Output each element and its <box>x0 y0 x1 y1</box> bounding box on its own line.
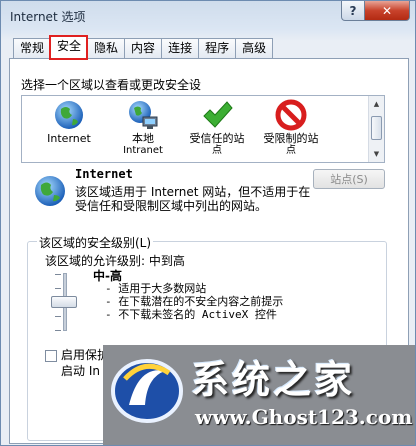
zone-local-intranet-label: 本地 <box>132 132 154 145</box>
watermark-title: 系统之家 <box>191 357 356 402</box>
selected-zone-globe-icon <box>35 176 65 206</box>
protected-mode-label: 启用保护 <box>61 348 110 362</box>
zone-local-intranet-label2: Intranet <box>123 145 163 156</box>
zone-trusted-sites-label: 受信任的站 <box>189 132 245 145</box>
close-button[interactable]: ✕ <box>364 1 410 21</box>
tab-security[interactable]: 安全 <box>49 35 89 60</box>
security-level-details: - 适用于大多数网站 - 在下载潜在的不安全内容之前提示 - 不下载未签名的 A… <box>105 282 283 321</box>
no-entry-icon <box>275 99 307 131</box>
zone-trusted-sites-label2: 点 <box>212 145 222 156</box>
slider-tick <box>55 316 61 317</box>
zone-list-scrollbar[interactable]: ▲ ▼ <box>368 96 384 162</box>
security-level-legend: 该区域的安全级别(L) <box>37 234 154 251</box>
help-button[interactable]: ? <box>341 1 365 21</box>
slider-tick <box>55 288 61 289</box>
level-detail-item: - 不下载未签名的 ActiveX 控件 <box>105 308 277 321</box>
watermark-url: www.Ghost123.com <box>195 405 413 429</box>
scroll-thumb[interactable] <box>371 116 382 140</box>
protected-mode-checkbox[interactable] <box>45 350 57 362</box>
level-detail-item: - 在下载潜在的不安全内容之前提示 <box>105 295 284 308</box>
zone-local-intranet[interactable]: 本地 Intranet <box>106 99 180 156</box>
protected-mode-label-line2: 启动 In <box>61 364 100 378</box>
level-detail-item: - 适用于大多数网站 <box>105 282 207 295</box>
selected-zone-title: Internet <box>75 167 133 181</box>
slider-tick <box>55 330 61 331</box>
watermark-banner: 系统之家 www.Ghost123.com <box>103 345 415 445</box>
security-level-slider-thumb[interactable] <box>51 296 77 308</box>
window-title: Internet 选项 <box>10 10 86 24</box>
zone-internet-label: Internet <box>47 132 91 145</box>
zone-prompt: 选择一个区域以查看或更改安全设 <box>21 78 202 92</box>
tab-advanced[interactable]: 高级 <box>235 38 274 58</box>
scroll-up-arrow-icon[interactable]: ▲ <box>369 96 384 111</box>
zone-restricted-sites-label: 受限制的站 <box>263 132 319 145</box>
internet-options-window: Internet 选项 ? ✕ 常规 安全 隐私 内容 连接 程序 高级 选择一… <box>0 0 416 446</box>
close-icon: ✕ <box>381 3 393 18</box>
tab-content[interactable]: 内容 <box>124 38 162 58</box>
tab-programs[interactable]: 程序 <box>198 38 236 58</box>
title-bar[interactable]: Internet 选项 ? ✕ <box>1 1 415 31</box>
tab-general[interactable]: 常规 <box>13 38 51 58</box>
help-icon: ? <box>349 3 357 18</box>
tab-privacy[interactable]: 隐私 <box>87 38 125 58</box>
zone-trusted-sites[interactable]: 受信任的站 点 <box>180 99 254 156</box>
zone-list: Internet 本地 Intranet 受信任的站 点 受限制的站 点 ▲ ▼ <box>21 95 385 163</box>
zone-internet[interactable]: Internet <box>32 99 106 145</box>
selected-zone-description: 该区域适用于 Internet 网站，但不适用于在受信任和受限制区域中列出的网站… <box>75 185 311 213</box>
sites-button[interactable]: 站点(S) <box>313 169 385 189</box>
local-intranet-icon <box>129 101 158 129</box>
checkmark-icon <box>203 101 233 128</box>
zone-restricted-sites[interactable]: 受限制的站 点 <box>254 99 328 156</box>
watermark-logo-icon <box>111 359 183 423</box>
tab-strip: 常规 安全 隐私 内容 连接 程序 高级 <box>13 35 274 60</box>
scroll-down-arrow-icon[interactable]: ▼ <box>369 146 384 161</box>
slider-tick <box>55 274 61 275</box>
zone-restricted-sites-label2: 点 <box>286 145 296 156</box>
tab-connections[interactable]: 连接 <box>161 38 199 58</box>
globe-icon <box>55 101 83 129</box>
